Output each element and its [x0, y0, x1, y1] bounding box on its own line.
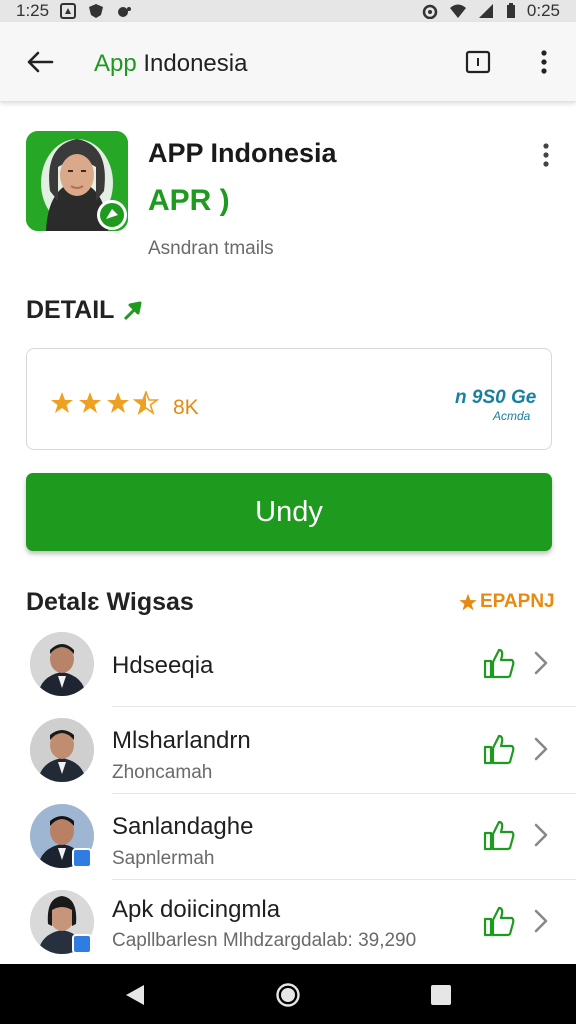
list-item-subtitle: Sapnlermah	[112, 848, 215, 869]
list-item-name: Hdseeqia	[112, 652, 214, 679]
detail-heading: DETAIL	[26, 296, 144, 325]
status-battery-text: 0:25	[526, 1, 560, 20]
alarm-icon	[422, 4, 438, 19]
app-icon[interactable]	[26, 131, 128, 231]
status-bar: 1:25 0:25	[0, 0, 576, 22]
divider	[112, 793, 576, 794]
avatar	[30, 718, 94, 782]
triangle-back-icon	[126, 985, 144, 1005]
app-bar-title-part1: App	[94, 50, 137, 77]
list-item-subtitle: Capllbarlesn Mlhdzargdalab: 39,290	[112, 930, 417, 951]
list-item[interactable]: Sanlandaghe Sapnlermah	[0, 804, 576, 890]
status-time: 1:25	[16, 1, 50, 20]
nav-home-button[interactable]	[275, 982, 301, 1008]
thumbs-up-icon[interactable]	[482, 904, 516, 938]
back-button[interactable]	[20, 44, 60, 80]
circle-home-icon	[276, 983, 300, 1007]
app-developer[interactable]: Asndran tmails	[148, 238, 274, 260]
cloud-icon	[118, 7, 132, 17]
rating-count: 8K	[173, 396, 199, 419]
list-item-name: Mlsharlandrn	[112, 727, 251, 754]
window-button[interactable]	[462, 46, 494, 78]
divider	[112, 706, 576, 707]
app-bar: App Indonesia	[0, 22, 576, 102]
thumbs-up-icon[interactable]	[482, 818, 516, 852]
star-icon	[79, 392, 101, 413]
install-button[interactable]: Undy	[26, 473, 552, 551]
square-recents-icon	[431, 985, 451, 1005]
detail-heading-label: DETAIL	[26, 296, 115, 324]
divider	[112, 879, 576, 880]
avatar-portrait	[30, 718, 94, 782]
list-item[interactable]: Mlsharlandrn Zhoncamah	[0, 718, 576, 804]
status-left: 1:25	[16, 1, 133, 21]
wifi-icon	[449, 4, 466, 18]
section-title: Detalɛ Wigsas	[26, 588, 194, 616]
verified-badge-icon	[72, 848, 92, 868]
chevron-right-icon[interactable]	[530, 735, 552, 763]
verified-badge-icon	[72, 934, 92, 954]
section-action-label: EPAPNJ	[480, 591, 555, 612]
avatar	[30, 632, 94, 696]
thumbs-up-icon[interactable]	[482, 732, 516, 766]
window-icon	[465, 50, 491, 74]
star-icon	[107, 392, 129, 413]
list-item-name: Sanlandaghe	[112, 813, 254, 840]
chevron-right-icon[interactable]	[530, 649, 552, 677]
badge-text-top: n 9S0 Ge	[455, 387, 537, 408]
star-half-icon	[133, 391, 159, 415]
shield-icon	[89, 4, 104, 18]
more-vert-icon	[541, 50, 547, 74]
list-item-name: Apk doiicingmla	[112, 896, 281, 923]
status-right: 0:25	[421, 1, 560, 21]
more-vert-icon	[543, 143, 549, 167]
star-rating	[49, 391, 159, 415]
arrow-up-right-icon	[124, 301, 142, 320]
app-bar-title-part2: Indonesia	[136, 50, 248, 77]
nav-back-button[interactable]	[122, 982, 148, 1008]
signal-icon	[478, 4, 493, 18]
app-more-button[interactable]	[534, 140, 558, 170]
nav-recents-button[interactable]	[428, 982, 454, 1008]
list-item-subtitle: Zhoncamah	[112, 762, 213, 783]
rating-card[interactable]: 8K n 9S0 Ge Acmda	[26, 348, 552, 450]
star-icon	[459, 593, 477, 610]
arrow-left-icon	[27, 51, 54, 73]
battery-icon	[506, 3, 515, 18]
overflow-menu-button[interactable]	[528, 46, 560, 78]
thumbs-up-icon[interactable]	[482, 646, 516, 680]
app-bar-title: App Indonesia	[94, 50, 247, 78]
system-nav-bar	[0, 964, 576, 1024]
section-action[interactable]: EPAPNJ	[458, 591, 555, 613]
notification-icon	[60, 3, 77, 19]
app-icon-portrait	[26, 131, 128, 231]
app-name: APP Indonesia	[148, 138, 337, 168]
app-subtitle: APR )	[148, 184, 230, 217]
screen: 1:25 0:25 App Indonesia APP Indonesia AP…	[0, 0, 576, 1024]
chevron-right-icon[interactable]	[530, 907, 552, 935]
star-icon	[51, 392, 73, 413]
badge-text-bottom: Acmda	[493, 409, 531, 423]
avatar-portrait	[30, 632, 94, 696]
chevron-right-icon[interactable]	[530, 821, 552, 849]
